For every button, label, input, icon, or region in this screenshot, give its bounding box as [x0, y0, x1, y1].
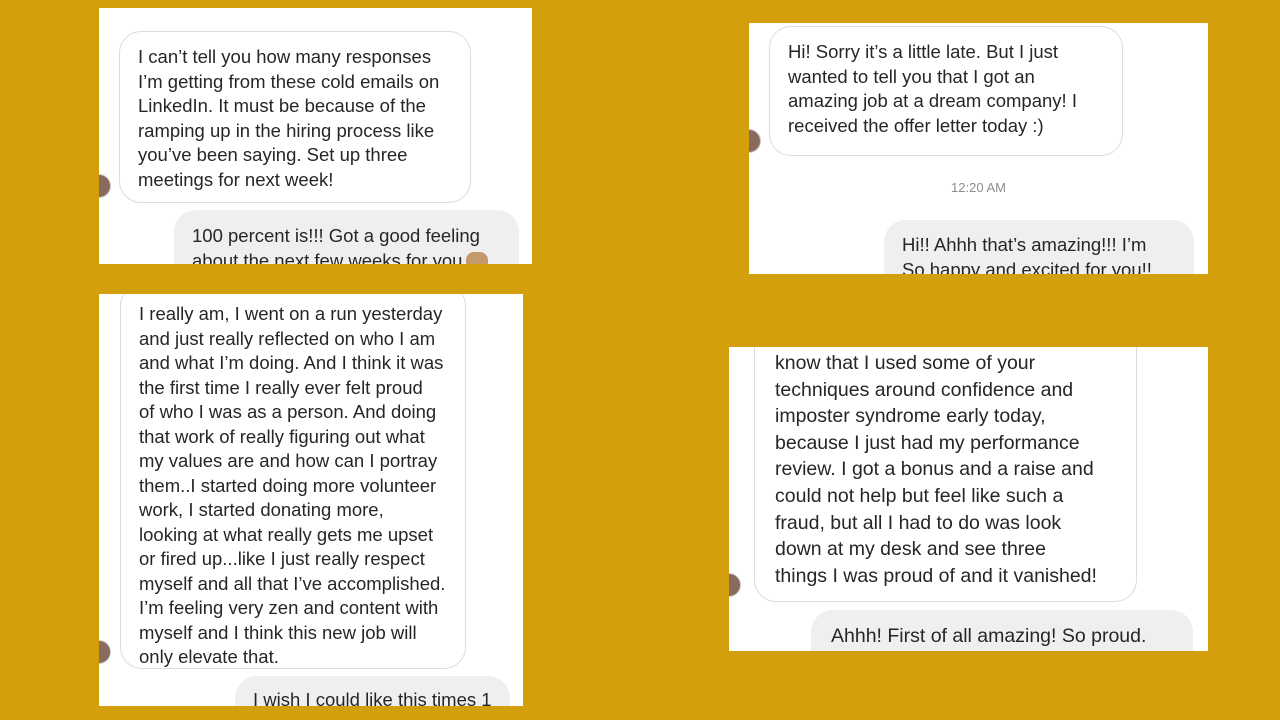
- message-line: work, I started donating more,: [139, 499, 384, 520]
- message-line: about the next few weeks for you: [192, 249, 501, 264]
- message-line: meetings for next week!: [138, 168, 334, 190]
- message-line: amazing job at a dream company! I: [788, 90, 1077, 111]
- message-line: imposter syndrome early today,: [775, 405, 1046, 428]
- message-line: could not help but feel like such a: [775, 484, 1064, 507]
- message-line: them..I started doing more volunteer: [139, 474, 437, 496]
- message-line: that work of really figuring out what: [139, 425, 425, 447]
- message-line: looking at what really gets me upset: [139, 523, 434, 545]
- raised-hands-icon: [466, 251, 489, 264]
- incoming-message-bubble: I can’t tell you how many responses I’m …: [119, 31, 471, 203]
- message-line: Ahhh! First of all amazing! So proud.: [831, 625, 1147, 647]
- message-line: Hi! Sorry it’s a little late. But I just: [788, 41, 1059, 62]
- message-line: I wish I could like this times 1: [253, 689, 492, 706]
- incoming-message-bubble: Hi! Sorry it’s a little late. But I just…: [769, 26, 1123, 156]
- message-line: you’ve been saying. Set up three: [138, 144, 408, 165]
- avatar: [99, 174, 111, 198]
- chat-screenshot-4: know that I used some of your techniques…: [729, 347, 1208, 651]
- avatar: [729, 573, 741, 597]
- avatar: [749, 129, 761, 153]
- message-line: LinkedIn. It must be because of the: [138, 95, 426, 116]
- incoming-message-bubble: know that I used some of your techniques…: [754, 347, 1137, 602]
- message-line: my values are and how can I portray: [139, 450, 438, 471]
- message-line: received the offer letter today :): [788, 114, 1044, 136]
- message-line: I’m getting from these cold emails on: [138, 70, 440, 92]
- message-line: only elevate that.: [139, 646, 279, 667]
- message-line: of who I was as a person. And doing: [139, 401, 437, 422]
- avatar: [99, 640, 111, 664]
- message-line: I can’t tell you how many responses: [138, 46, 432, 67]
- message-line: or fired up...like I just really respect: [139, 548, 425, 569]
- message-line: 100 percent is!!! Got a good feeling: [192, 225, 480, 246]
- message-line: myself and I think this new job will: [139, 621, 417, 643]
- message-line: review. I got a bonus and a raise and: [775, 458, 1094, 481]
- message-line: I’m feeling very zen and content with: [139, 597, 439, 618]
- timestamp: 12:20 AM: [951, 180, 1006, 195]
- chat-screenshot-3: I really am, I went on a run yesterday a…: [99, 294, 523, 706]
- message-line: because I just had my performance: [775, 431, 1080, 454]
- message-line: Hi!! Ahhh that’s amazing!!! I’m: [902, 234, 1147, 255]
- message-line: the first time I really ever felt proud: [139, 376, 423, 398]
- message-line: ramping up in the hiring process like: [138, 119, 435, 141]
- message-line: and just really reflected on who I am: [139, 327, 436, 349]
- message-line: So happy and excited for you!!: [902, 258, 1152, 275]
- outgoing-message-bubble: Ahhh! First of all amazing! So proud.: [811, 610, 1193, 651]
- outgoing-message-bubble: I wish I could like this times 1: [235, 676, 510, 706]
- outgoing-message-bubble: Hi!! Ahhh that’s amazing!!! I’m So happy…: [884, 220, 1194, 274]
- message-line: fraud, but all I had to do was look: [775, 511, 1062, 534]
- message-line: wanted to tell you that I got an: [788, 65, 1035, 87]
- message-line: know that I used some of your: [775, 352, 1036, 374]
- message-line: and what I’m doing. And I think it was: [139, 352, 444, 373]
- message-line: I really am, I went on a run yesterday: [139, 303, 443, 324]
- chat-screenshot-2: Hi! Sorry it’s a little late. But I just…: [749, 23, 1208, 274]
- outgoing-message-bubble: 100 percent is!!! Got a good feeling abo…: [174, 210, 519, 264]
- incoming-message-bubble: I really am, I went on a run yesterday a…: [120, 294, 466, 669]
- message-line: down at my desk and see three: [775, 538, 1046, 561]
- message-line: things I was proud of and it vanished!: [775, 564, 1097, 587]
- chat-screenshot-1: I can’t tell you how many responses I’m …: [99, 8, 532, 264]
- message-line: techniques around confidence and: [775, 378, 1074, 401]
- message-line: myself and all that I’ve accomplished.: [139, 572, 446, 594]
